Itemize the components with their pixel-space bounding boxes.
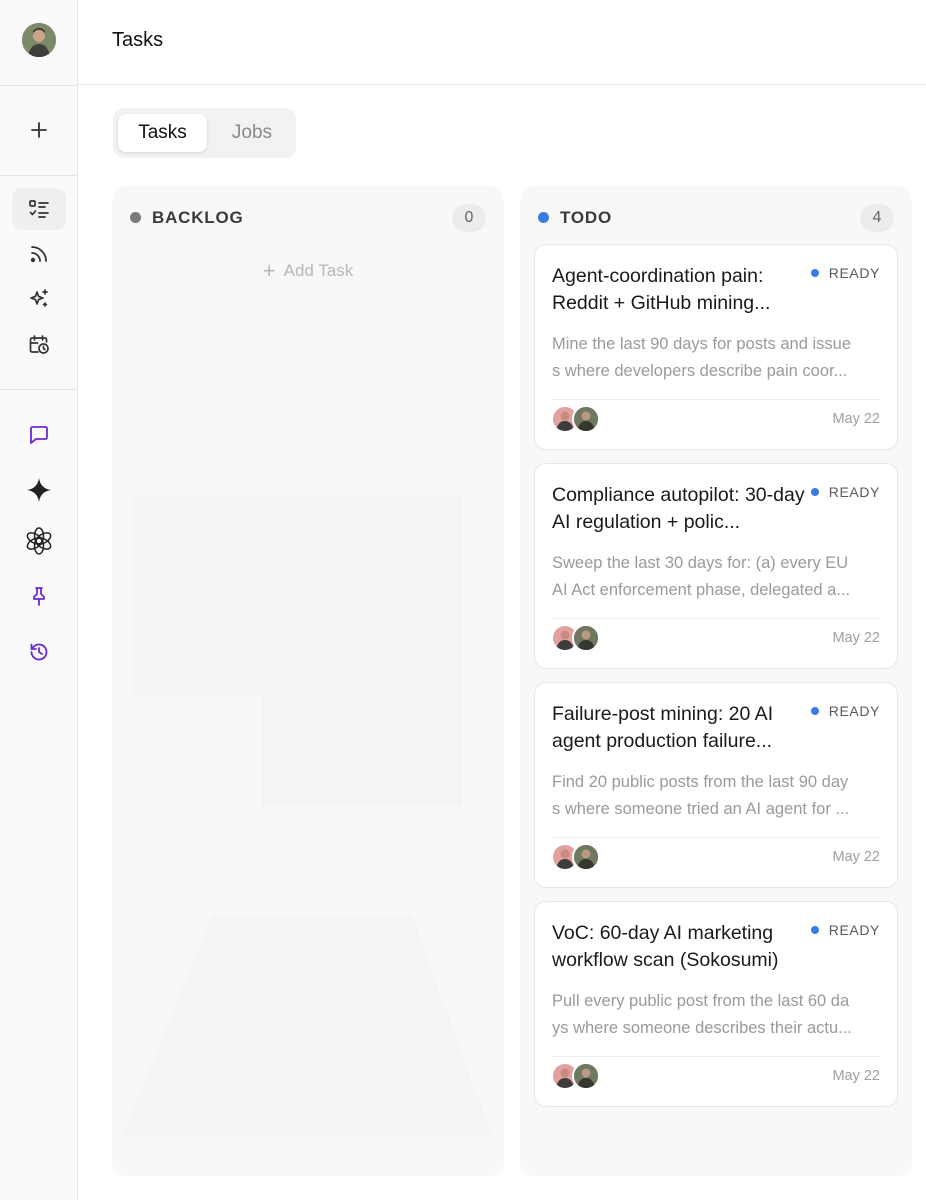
status-badge: READY xyxy=(810,922,880,938)
column-title: TODO xyxy=(560,208,613,227)
task-list-icon xyxy=(29,200,49,218)
new-button[interactable] xyxy=(12,109,66,151)
task-card[interactable]: VoC: 60-day AI marketing workflow scan (… xyxy=(534,901,898,1107)
status-dot xyxy=(810,926,819,934)
task-title: Agent-coordination pain: Reddit + GitHub… xyxy=(552,265,771,314)
status-label: READY xyxy=(828,265,880,281)
tab-jobs[interactable]: Jobs xyxy=(213,114,291,152)
task-description-line: ys where someone describes their actu... xyxy=(552,1019,852,1037)
column-status-dot xyxy=(130,212,141,223)
task-description: Mine the last 90 days for posts and issu… xyxy=(552,331,884,385)
task-description-line: Sweep the last 30 days for: (a) every EU xyxy=(552,554,849,572)
sidebar-item-pinned[interactable] xyxy=(12,575,66,617)
sidebar-item-tasks[interactable] xyxy=(12,188,66,230)
column-todo: TODO 4 Agent-coordination pain: Reddit +… xyxy=(520,186,912,1176)
sidebar-item-openai[interactable] xyxy=(12,520,66,562)
task-description-line: s where someone tried an AI agent for ..… xyxy=(552,800,850,818)
task-description: Find 20 public posts from the last 90 da… xyxy=(552,769,884,823)
status-dot xyxy=(810,707,819,715)
avatar xyxy=(572,624,600,652)
task-description-line: Pull every public post from the last 60 … xyxy=(552,992,850,1010)
calendar-clock-icon xyxy=(29,335,49,354)
task-description: Pull every public post from the last 60 … xyxy=(552,988,884,1042)
status-label: READY xyxy=(828,484,880,500)
sparkles-icon xyxy=(30,289,48,307)
page-header: Tasks xyxy=(78,0,926,85)
card-divider xyxy=(552,399,880,400)
column-header: BACKLOG 0 xyxy=(130,204,486,232)
task-description-line: Mine the last 90 days for posts and issu… xyxy=(552,335,851,353)
task-card[interactable]: Agent-coordination pain: Reddit + GitHub… xyxy=(534,244,898,450)
assignee-avatars xyxy=(551,624,611,654)
add-task-label: Add Task xyxy=(283,261,354,280)
task-date: May 22 xyxy=(832,849,880,865)
status-label: READY xyxy=(828,703,880,719)
status-badge: READY xyxy=(810,484,880,500)
sidebar-item-gemini[interactable] xyxy=(12,469,66,511)
task-date: May 22 xyxy=(832,411,880,427)
add-task-button[interactable]: + Add Task xyxy=(112,256,504,283)
sidebar-item-history[interactable] xyxy=(12,631,66,673)
status-label: READY xyxy=(828,922,880,938)
card-divider xyxy=(552,618,880,619)
task-description: Sweep the last 30 days for: (a) every EU… xyxy=(552,550,884,604)
assignee-avatars xyxy=(551,405,611,435)
column-count-badge: 4 xyxy=(860,204,894,232)
column-backlog: BACKLOG 0 + Add Task xyxy=(112,186,504,1176)
assignee-avatars xyxy=(551,843,611,873)
sidebar-item-schedule[interactable] xyxy=(12,323,66,365)
sidebar-item-ai[interactable] xyxy=(12,278,66,320)
column-count-badge: 0 xyxy=(452,204,486,232)
status-badge: READY xyxy=(810,703,880,719)
task-title: VoC: 60-day AI marketing workflow scan (… xyxy=(552,922,779,971)
column-header: TODO 4 xyxy=(538,204,894,232)
sidebar xyxy=(0,0,78,1200)
view-switcher: Tasks Jobs xyxy=(113,108,296,158)
pin-icon xyxy=(33,587,45,606)
task-description-line: s where developers describe pain coor... xyxy=(552,362,848,380)
column-status-dot xyxy=(538,212,549,223)
plus-icon xyxy=(31,122,47,138)
status-dot xyxy=(810,488,819,496)
card-divider xyxy=(552,837,880,838)
status-dot xyxy=(810,269,819,277)
task-title: Failure-post mining: 20 AI agent product… xyxy=(552,703,774,752)
task-title: Compliance autopilot: 30-day AI regulati… xyxy=(552,484,805,533)
sidebar-divider xyxy=(0,175,78,176)
gemini-star-icon xyxy=(27,478,51,502)
plus-icon: + xyxy=(262,258,276,283)
chat-icon xyxy=(30,426,48,444)
history-icon xyxy=(30,643,48,661)
openai-icon xyxy=(26,527,52,555)
assignee-avatars xyxy=(551,1062,611,1092)
card-divider xyxy=(552,1056,880,1057)
avatar xyxy=(572,843,600,871)
column-title: BACKLOG xyxy=(152,208,244,227)
rss-icon xyxy=(30,246,47,263)
status-badge: READY xyxy=(810,265,880,281)
task-description-line: Find 20 public posts from the last 90 da… xyxy=(552,773,849,791)
task-description-line: AI Act enforcement phase, delegated a... xyxy=(552,581,851,599)
sidebar-divider xyxy=(0,85,78,86)
tab-tasks[interactable]: Tasks xyxy=(118,114,207,152)
avatar xyxy=(572,405,600,433)
page-title: Tasks xyxy=(112,29,164,51)
task-card[interactable]: Compliance autopilot: 30-day AI regulati… xyxy=(534,463,898,669)
task-date: May 22 xyxy=(832,1068,880,1084)
user-avatar[interactable] xyxy=(22,23,56,57)
sidebar-item-feeds[interactable] xyxy=(12,233,66,275)
background-watermark xyxy=(122,496,492,1136)
task-date: May 22 xyxy=(832,630,880,646)
task-card[interactable]: Failure-post mining: 20 AI agent product… xyxy=(534,682,898,888)
avatar xyxy=(572,1062,600,1090)
sidebar-divider xyxy=(0,389,78,390)
sidebar-item-chat[interactable] xyxy=(12,414,66,456)
